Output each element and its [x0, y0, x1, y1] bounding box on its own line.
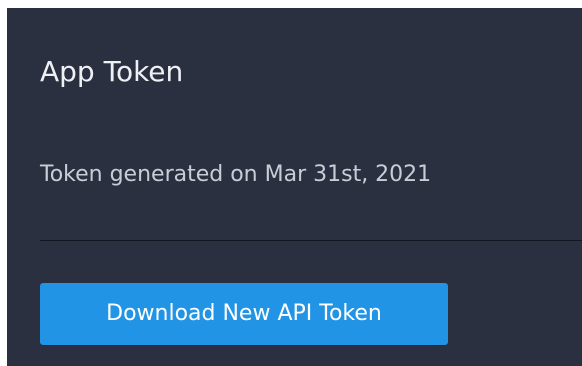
token-generated-date: Token generated on Mar 31st, 2021 — [40, 162, 432, 187]
divider — [40, 240, 582, 241]
download-new-api-token-button[interactable]: Download New API Token — [40, 283, 448, 345]
app-token-panel: App Token Token generated on Mar 31st, 2… — [7, 8, 582, 366]
panel-title: App Token — [40, 55, 184, 88]
